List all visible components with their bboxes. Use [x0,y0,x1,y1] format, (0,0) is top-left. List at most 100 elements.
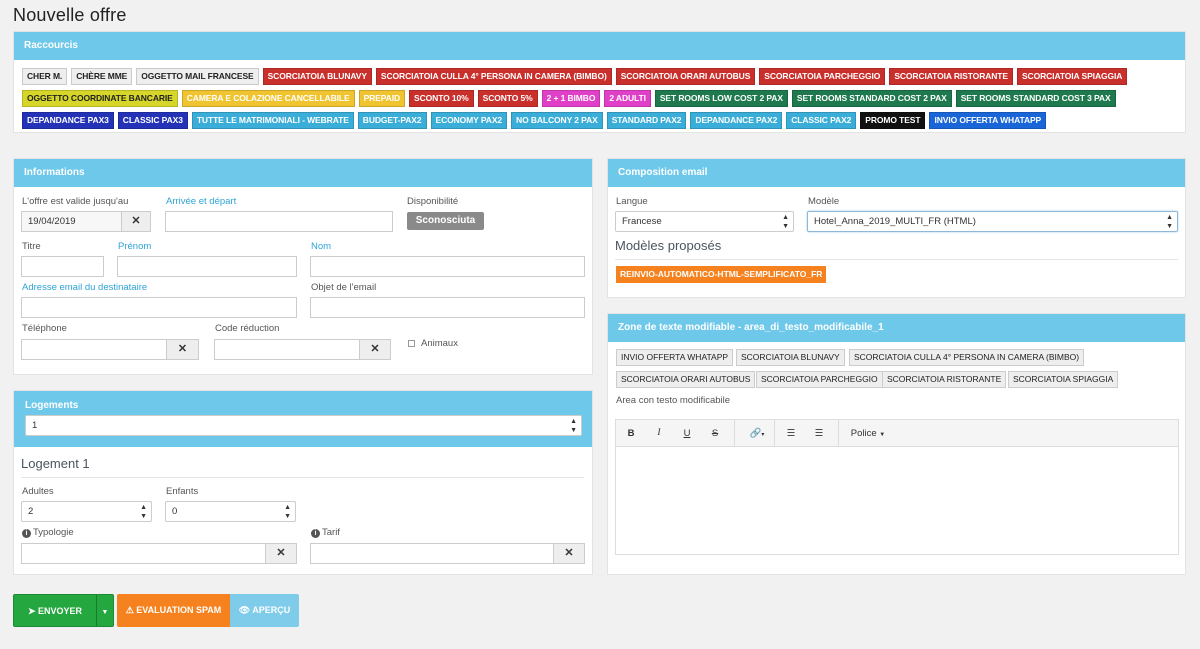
send-dropdown-button[interactable]: ▼ [96,594,114,627]
lastname-input[interactable] [310,256,585,277]
shortcut-tag[interactable]: CLASSIC PAX3 [117,112,188,129]
list-ol-icon: ☰ [814,428,824,439]
select-arrows-icon: ▲ ▼ [782,214,789,230]
informations-panel-title: Informations [14,159,592,187]
shortcut-tag[interactable]: INVIO OFFERTA WHATAPP [929,112,1047,129]
shortcut-tag[interactable]: 2 ADULTI [604,90,651,107]
shortcut-tag[interactable]: OGGETTO COORDINATE BANCARIE [22,90,178,107]
bullet-list-button[interactable]: ☰ [780,420,802,447]
shortcut-tag[interactable]: SET ROOMS STANDARD COST 2 PAX [791,90,952,107]
shortcut-tag[interactable]: CLASSIC PAX2 [786,112,857,129]
info-icon: i [22,529,31,538]
shortcut-tag[interactable]: SCORCIATOIA RISTORANTE [889,68,1013,85]
arrival-input[interactable] [165,211,393,232]
logements-count-select[interactable]: 1 ▲ ▼ [25,415,582,436]
valid-until-clear-button[interactable]: ✕ [122,211,151,232]
send-label: ENVOYER [38,606,83,616]
shortcut-tag[interactable]: SCORCIATOIA BLUNAVY [262,68,372,85]
children-select[interactable]: 0 ▲ ▼ [165,501,296,522]
pets-checkbox[interactable] [408,340,415,347]
arrival-label: Arrivée et départ [166,196,237,207]
spam-evaluation-button[interactable]: ⚠ EVALUATION SPAM [117,594,230,627]
link-button[interactable]: 🔗▾ [742,420,772,447]
link-icon: 🔗 [749,428,762,439]
tarif-input[interactable] [310,543,554,564]
shortcut-tag[interactable]: SCORCIATOIA SPIAGGIA [1016,68,1128,85]
zone-shortcut-button[interactable]: SCORCIATOIA CULLA 4° PERSONA IN CAMERA (… [849,349,1085,366]
shortcut-tag[interactable]: DEPANDANCE PAX2 [690,112,783,129]
strikethrough-button[interactable]: S [704,420,726,447]
toolbar-divider [774,420,775,447]
phone-clear-button[interactable]: ✕ [167,339,199,360]
zone-shortcut-button[interactable]: INVIO OFFERTA WHATAPP [616,349,734,366]
italic-button[interactable]: I [648,420,670,447]
title-input[interactable] [21,256,104,277]
phone-label: Téléphone [22,323,67,334]
page-title: Nouvelle offre [13,5,127,25]
model-value: Hotel_Anna_2019_MULTI_FR (HTML) [814,216,976,227]
toolbar-divider [734,420,735,447]
tarif-clear-button[interactable]: ✕ [554,543,585,564]
eye-icon: 👁 [238,605,251,615]
shortcut-tag[interactable]: TUTTE LE MATRIMONIALI - WEBRATE [191,112,354,129]
shortcut-tag[interactable]: ECONOMY PAX2 [430,112,508,129]
numbered-list-button[interactable]: ☰ [808,420,830,447]
shortcut-tag[interactable]: NO BALCONY 2 PAX [511,112,603,129]
caret-down-icon: ▼ [101,609,109,616]
underline-button[interactable]: U [676,420,698,447]
firstname-input[interactable] [117,256,297,277]
zone-shortcut-button[interactable]: SCORCIATOIA ORARI AUTOBUS [616,371,756,388]
zone-shortcut-button[interactable]: SCORCIATOIA RISTORANTE [882,371,1007,388]
shortcut-tag[interactable]: SCORCIATOIA CULLA 4° PERSONA IN CAMERA (… [375,68,612,85]
language-select[interactable]: Francese ▲ ▼ [615,211,794,232]
subject-input[interactable] [310,297,585,318]
shortcut-tag[interactable]: SCORCIATOIA ORARI AUTOBUS [615,68,756,85]
shortcut-tag[interactable]: OGGETTO MAIL FRANCESE [136,68,259,85]
shortcut-tags: CHER M. CHÈRE MME OGGETTO MAIL FRANCESE SCO… [22,68,1182,134]
phone-input[interactable] [21,339,167,360]
typology-clear-button[interactable]: ✕ [266,543,297,564]
shortcut-tag[interactable]: PREPAID [358,90,406,107]
shortcut-tag[interactable]: CAMERA E COLAZIONE CANCELLABILE [181,90,355,107]
valid-until-input[interactable]: 19/04/2019 [21,211,122,232]
select-arrows-icon: ▲ ▼ [570,418,577,434]
subject-label: Objet de l'email [311,282,377,293]
send-button[interactable]: ➤ ENVOYER [13,594,96,627]
discount-clear-button[interactable]: ✕ [360,339,391,360]
preview-button[interactable]: 👁 APERÇU [230,594,299,627]
typology-label: i Typologie [22,527,74,538]
typology-label-text: Typologie [33,527,74,538]
shortcut-tag[interactable]: 2 + 1 BIMBO [541,90,601,107]
shortcut-tag[interactable]: STANDARD PAX2 [606,112,687,129]
shortcut-tag[interactable]: SCONTO 5% [477,90,538,107]
shortcut-tag[interactable]: CHÈRE MME [71,68,133,85]
zone-shortcut-button[interactable]: SCORCIATOIA SPIAGGIA [1008,371,1119,388]
font-dropdown[interactable]: Police ▼ [844,420,892,447]
shortcut-tag[interactable]: SCONTO 10% [409,90,474,107]
shortcut-tag[interactable]: DEPANDANCE PAX3 [22,112,114,129]
informations-panel: Informations L'offre est valide jusqu'au… [13,158,593,375]
shortcut-tag[interactable]: PROMO TEST [860,112,926,129]
select-arrows-icon: ▲ ▼ [140,504,147,520]
email-input[interactable] [21,297,297,318]
zone-shortcut-button[interactable]: SCORCIATOIA BLUNAVY [736,349,845,366]
discount-input[interactable] [214,339,360,360]
editor-toolbar: B I U S 🔗▾ ☰ ☰ Police ▼ [616,420,1178,447]
shortcut-tag[interactable]: SET ROOMS LOW COST 2 PAX [654,90,788,107]
suggested-model-tag[interactable]: REINVIO-AUTOMATICO-HTML-SEMPLIFICATO_FR [616,266,827,283]
suggested-models-title: Modèles proposés [615,238,722,253]
adults-select[interactable]: 2 ▲ ▼ [21,501,152,522]
close-icon: ✕ [276,547,286,559]
shortcut-tag[interactable]: SCORCIATOIA PARCHEGGIO [759,68,886,85]
bold-button[interactable]: B [620,420,642,447]
zone-shortcut-button[interactable]: SCORCIATOIA PARCHEGGIO [756,371,883,388]
typology-input[interactable] [21,543,266,564]
model-select[interactable]: Hotel_Anna_2019_MULTI_FR (HTML) ▲ ▼ [807,211,1178,232]
editor-content-area[interactable] [616,448,1178,554]
language-label: Langue [616,196,648,207]
adults-value: 2 [28,506,34,517]
shortcut-tag[interactable]: CHER M. [22,68,68,85]
shortcut-tag[interactable]: SET ROOMS STANDARD COST 3 PAX [955,90,1116,107]
tarif-label: i Tarif [311,527,340,538]
shortcut-tag[interactable]: BUDGET-PAX2 [357,112,427,129]
